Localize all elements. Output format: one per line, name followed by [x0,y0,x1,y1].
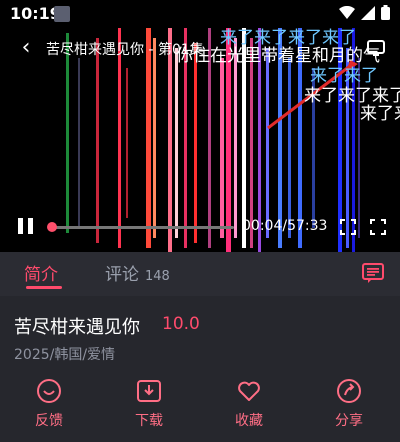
danmaku-comment: 你住在光里带着星和月的气 [176,46,380,66]
tab-indicator [26,286,62,289]
share-button[interactable]: 分享 [314,378,384,436]
feedback-label: 反馈 [35,413,63,429]
signal-icon [361,5,375,20]
notification-icon [54,6,70,22]
danmaku-comment: 来了来了来了来 [304,86,400,106]
share-label: 分享 [335,413,363,429]
battery-icon [381,5,390,20]
playback-time: 00:04/57:33 [242,218,328,234]
favorite-label: 收藏 [235,413,263,429]
video-player[interactable]: 10:19 ‹ 苦尽柑来遇见你 - 第01集 来了来了来了来了 你住在光里带着星… [0,0,400,252]
screen-fit-icon[interactable] [340,219,356,235]
show-score: 10.0 [162,314,200,334]
wifi-icon [339,5,355,19]
download-icon [137,380,161,402]
pause-button[interactable] [18,218,36,236]
favorite-button[interactable]: 收藏 [214,378,284,436]
progress-knob[interactable] [47,222,57,232]
action-bar: 反馈 下载 收藏 分享 [0,376,400,442]
fullscreen-icon[interactable] [370,219,386,235]
share-icon [337,379,361,403]
status-bar: 10:19 [0,0,400,28]
back-icon[interactable]: ‹ [14,36,38,60]
show-meta: 2025/韩国/爱情 [14,347,116,363]
danmaku-comment: 来了来了来了来了 [220,28,356,48]
tab-intro[interactable]: 简介 [24,260,58,285]
download-label: 下载 [135,413,163,429]
feedback-button[interactable]: 反馈 [14,378,84,436]
player-controls: 00:04/57:33 [0,212,400,242]
show-title: 苦尽柑来遇见你 [14,317,140,338]
progress-track[interactable] [52,226,234,229]
danmaku-comment: 来了来了 [310,66,378,86]
show-info: 苦尽柑来遇见你 10.0 2025/韩国/爱情 [0,296,400,376]
feedback-icon [37,379,61,403]
download-button[interactable]: 下载 [114,378,184,436]
comment-count: 148 [145,269,170,284]
tab-comments[interactable]: 评论 148 [105,260,170,285]
danmaku-input-icon[interactable] [362,262,384,284]
heart-icon [238,381,260,401]
detail-tabs: 简介 评论 148 [0,252,400,296]
danmaku-comment: 来了来了 [360,104,400,124]
